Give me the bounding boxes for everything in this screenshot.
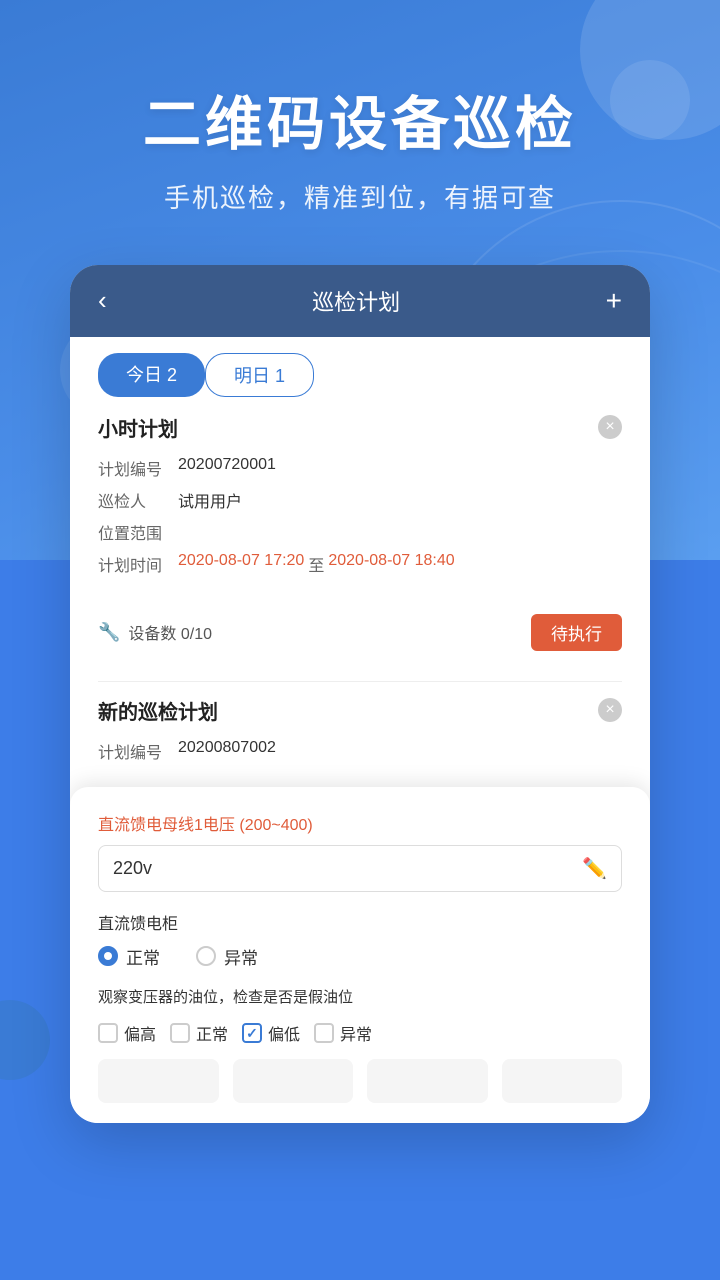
field1-input[interactable]: 220v ✏️ xyxy=(98,845,622,892)
radio-abnormal[interactable]: 异常 xyxy=(196,944,258,969)
field1-range: (200~400) xyxy=(239,817,312,834)
card-header: ‹ 巡检计划 + xyxy=(70,265,650,337)
device-count-row: 🔧 设备数 0/10 待执行 xyxy=(70,604,650,667)
checkbox-normal-box[interactable] xyxy=(170,1023,190,1043)
time-sep: 至 xyxy=(308,552,324,576)
radio-normal-label: 正常 xyxy=(126,944,160,969)
checkbox-low[interactable]: 偏低 xyxy=(242,1021,300,1045)
checkbox-normal[interactable]: 正常 xyxy=(170,1021,228,1045)
partial-item-2 xyxy=(233,1059,354,1103)
device-count-text: 设备数 0/10 xyxy=(128,620,212,644)
time-label: 计划时间 xyxy=(98,552,178,576)
field3-label: 观察变压器的油位，检查是否是假油位 xyxy=(98,987,622,1010)
divider-1 xyxy=(98,681,622,682)
wrench-icon: 🔧 xyxy=(98,622,120,643)
section2-header: 新的巡检计划 × xyxy=(98,696,622,725)
checkbox-abnormal-label: 异常 xyxy=(340,1021,372,1045)
section2-plan-number-label: 计划编号 xyxy=(98,739,178,763)
section1-header: 小时计划 × xyxy=(98,413,622,442)
partial-item-4 xyxy=(502,1059,623,1103)
bottom-panel: 直流馈电母线1电压 (200~400) 220v ✏️ 直流馈电柜 正常 异常 xyxy=(70,787,650,1124)
hero-title: 二维码设备巡检 xyxy=(0,90,720,160)
card-title: 巡检计划 xyxy=(312,285,400,317)
checkbox-low-label: 偏低 xyxy=(268,1021,300,1045)
section-new-plan: 新的巡检计划 × 计划编号 20200807002 xyxy=(70,696,650,787)
edit-icon[interactable]: ✏️ xyxy=(582,856,607,881)
radio-normal-circle[interactable] xyxy=(98,946,118,966)
back-button[interactable]: ‹ xyxy=(98,285,107,316)
time-end: 2020-08-07 18:40 xyxy=(328,552,454,576)
checkbox-abnormal[interactable]: 异常 xyxy=(314,1021,372,1045)
partial-row xyxy=(98,1059,622,1103)
tab-tomorrow[interactable]: 明日 1 xyxy=(205,353,314,397)
hero-subtitle: 手机巡检，精准到位，有据可查 xyxy=(0,178,720,215)
section2-plan-number-row: 计划编号 20200807002 xyxy=(98,739,622,763)
section1-location-row: 位置范围 xyxy=(98,520,622,544)
checkbox-normal-label: 正常 xyxy=(196,1021,228,1045)
phone-card: ‹ 巡检计划 + 今日 2 明日 1 小时计划 × 计划编号 202007200… xyxy=(70,265,650,1124)
plan-number-value: 20200720001 xyxy=(178,456,276,480)
field1-label: 直流馈电母线1电压 (200~400) xyxy=(98,811,622,835)
add-button[interactable]: + xyxy=(606,285,622,317)
tabs-row: 今日 2 明日 1 xyxy=(70,337,650,413)
partial-item-3 xyxy=(367,1059,488,1103)
checkbox-low-box[interactable] xyxy=(242,1023,262,1043)
inspector-value: 试用用户 xyxy=(178,488,242,512)
location-label: 位置范围 xyxy=(98,520,178,544)
device-info: 🔧 设备数 0/10 xyxy=(98,620,212,644)
section-hourly-plan: 小时计划 × 计划编号 20200720001 巡检人 试用用户 位置范围 计划… xyxy=(70,413,650,604)
section1-inspector-row: 巡检人 试用用户 xyxy=(98,488,622,512)
section2-close-button[interactable]: × xyxy=(598,698,622,722)
time-start: 2020-08-07 17:20 xyxy=(178,552,304,576)
inspector-label: 巡检人 xyxy=(98,488,178,512)
checkbox-high-box[interactable] xyxy=(98,1023,118,1043)
section2-plan-number-value: 20200807002 xyxy=(178,739,276,763)
radio-normal[interactable]: 正常 xyxy=(98,944,160,969)
section1-title: 小时计划 xyxy=(98,413,178,442)
plan-number-label: 计划编号 xyxy=(98,456,178,480)
radio-group: 正常 异常 xyxy=(98,944,622,969)
section2-title: 新的巡检计划 xyxy=(98,696,218,725)
field1-value: 220v xyxy=(113,858,582,879)
section1-close-button[interactable]: × xyxy=(598,415,622,439)
checkbox-high-label: 偏高 xyxy=(124,1021,156,1045)
hero-section: 二维码设备巡检 手机巡检，精准到位，有据可查 xyxy=(0,0,720,215)
section1-plan-number-row: 计划编号 20200720001 xyxy=(98,456,622,480)
partial-item-1 xyxy=(98,1059,219,1103)
checkbox-high[interactable]: 偏高 xyxy=(98,1021,156,1045)
phone-card-wrapper: ‹ 巡检计划 + 今日 2 明日 1 小时计划 × 计划编号 202007200… xyxy=(70,265,650,1124)
radio-abnormal-circle[interactable] xyxy=(196,946,216,966)
section1-time-row: 计划时间 2020-08-07 17:20 至 2020-08-07 18:40 xyxy=(98,552,622,576)
radio-abnormal-label: 异常 xyxy=(224,944,258,969)
status-badge: 待执行 xyxy=(531,614,622,651)
tab-today[interactable]: 今日 2 xyxy=(98,353,205,397)
checkbox-group: 偏高 正常 偏低 异常 xyxy=(98,1021,622,1045)
checkbox-abnormal-box[interactable] xyxy=(314,1023,334,1043)
left-blob-decoration xyxy=(0,1000,50,1080)
field2-label: 直流馈电柜 xyxy=(98,910,622,934)
